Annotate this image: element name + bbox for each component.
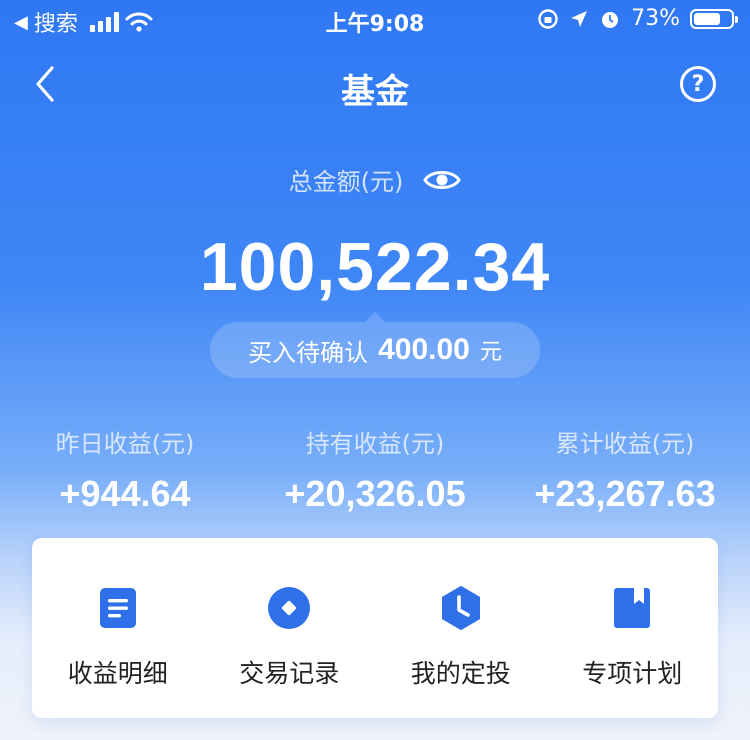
location-icon <box>571 10 588 27</box>
stat-label: 昨日收益(元) <box>55 430 195 458</box>
stat-value: +23,267.63 <box>534 473 716 514</box>
alarm-icon <box>602 11 619 28</box>
page-title: 基金 <box>341 72 409 112</box>
status-bar: ◀ 搜索 上午9:08 73% <box>0 0 750 44</box>
stat-label: 持有收益(元) <box>305 430 445 458</box>
stat-value: +20,326.05 <box>284 473 466 514</box>
help-button[interactable]: ? <box>680 66 716 102</box>
stat-holding-earnings[interactable]: 持有收益(元) +20,326.05 <box>250 424 500 515</box>
question-circle-icon: ? <box>691 71 705 97</box>
battery-percent: 73% <box>631 6 680 31</box>
earnings-stats: 昨日收益(元) +944.64 持有收益(元) +20,326.05 累计收益(… <box>0 424 750 524</box>
menu-earnings-detail[interactable]: 收益明细 <box>32 538 204 718</box>
menu-transaction-records[interactable]: 交易记录 <box>204 538 376 718</box>
record-circle-icon <box>268 587 311 629</box>
stat-cumulative-earnings[interactable]: 累计收益(元) +23,267.63 <box>510 424 740 515</box>
battery-icon <box>690 8 738 29</box>
menu-auto-invest[interactable]: 我的定投 <box>375 538 547 718</box>
menu-label: 专项计划 <box>582 659 683 688</box>
status-bar-right: 73% <box>537 6 738 31</box>
stat-label: 累计收益(元) <box>555 430 695 458</box>
eye-icon[interactable] <box>423 167 462 193</box>
total-amount-label: 总金额(元) <box>288 168 404 196</box>
pending-purchase-label: 买入待确认 <box>248 338 369 367</box>
document-icon <box>99 588 136 628</box>
clock-hexagon-icon <box>441 586 480 630</box>
menu-label: 交易记录 <box>239 659 340 688</box>
total-label-row: 总金额(元) <box>0 162 750 197</box>
bookmark-book-icon <box>614 588 651 628</box>
pending-purchase-unit: 元 <box>479 340 502 365</box>
menu-label: 收益明细 <box>67 659 168 688</box>
quick-menu-card: 收益明细 交易记录 我的定投 专项计划 <box>32 538 718 718</box>
menu-label: 我的定投 <box>410 659 511 688</box>
total-amount-value: 100,522.34 <box>199 229 551 305</box>
battery-level-fill <box>694 12 720 25</box>
pending-purchase-badge[interactable]: 买入待确认 400.00 元 <box>210 312 540 378</box>
stat-value: +944.64 <box>59 473 191 514</box>
rotation-lock-icon <box>538 8 558 29</box>
menu-special-plan[interactable]: 专项计划 <box>547 538 719 718</box>
stat-yesterday-earnings[interactable]: 昨日收益(元) +944.64 <box>20 424 230 515</box>
pending-purchase-amount: 400.00 <box>378 333 470 366</box>
